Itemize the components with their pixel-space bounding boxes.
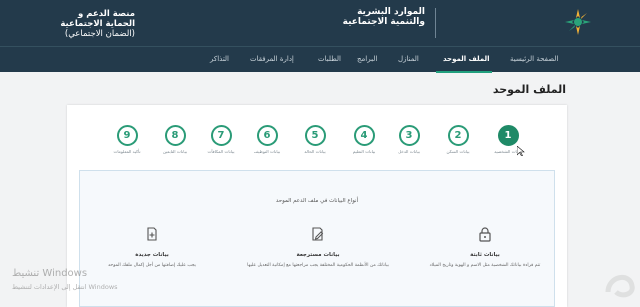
- fixed-data-column: بيانات ثابتة تتم قراءة بياناتك الشخصية م…: [410, 226, 560, 270]
- active-nav-indicator: [436, 71, 492, 73]
- main-nav: الصفحة الرئيسية الملف الموحد المنازل الب…: [0, 46, 640, 73]
- watermark-logo-icon: [605, 275, 635, 298]
- page-title: الملف الموحد: [492, 83, 566, 96]
- nav-requests[interactable]: الطلبات: [318, 55, 341, 63]
- retrieved-data-column: بيانات مسترجعة بياناتك من الأنظمة الحكوم…: [243, 226, 393, 270]
- add-document-icon: [147, 227, 157, 241]
- nav-attachments[interactable]: إدارة المرفقات: [250, 55, 294, 63]
- windows-activation-title: تنشيط Windows: [12, 268, 88, 279]
- logo-separator: [435, 8, 436, 38]
- windows-activation-hint: انتقل إلى الإعدادات لتنشيط Windows: [12, 283, 118, 291]
- top-header: منصة الدعم و الحماية الاجتماعية (الضمان …: [0, 0, 640, 46]
- platform-name: منصة الدعم و الحماية الاجتماعية (الضمان …: [60, 9, 135, 39]
- lock-icon: [479, 227, 491, 242]
- ministry-logo-icon: [565, 9, 591, 35]
- new-data-column: بيانات جديدة يجب عليك إضافتها من أجل إكم…: [77, 226, 227, 270]
- nav-programs[interactable]: البرامج: [357, 55, 377, 63]
- step-9[interactable]: 9 تأكيد المعلومات: [97, 125, 157, 154]
- nav-home[interactable]: الصفحة الرئيسية: [510, 55, 558, 63]
- nav-tickets[interactable]: التذاكر: [210, 55, 229, 63]
- data-types-title: أنواع البيانات في ملف الدعم الموحد: [275, 198, 359, 204]
- mouse-cursor-icon: [517, 146, 525, 156]
- nav-unified-file[interactable]: الملف الموحد: [443, 55, 490, 63]
- edit-document-icon: [312, 227, 324, 241]
- nav-homes[interactable]: المنازل: [398, 55, 419, 63]
- ministry-logo-text: الموارد البشرية والتنمية الاجتماعية: [342, 7, 425, 27]
- data-types-box: أنواع البيانات في ملف الدعم الموحد بيانا…: [79, 170, 555, 307]
- unified-file-card: 1 بيانات الشخصية 2 بيانات السكن 3 بيانات…: [67, 105, 567, 307]
